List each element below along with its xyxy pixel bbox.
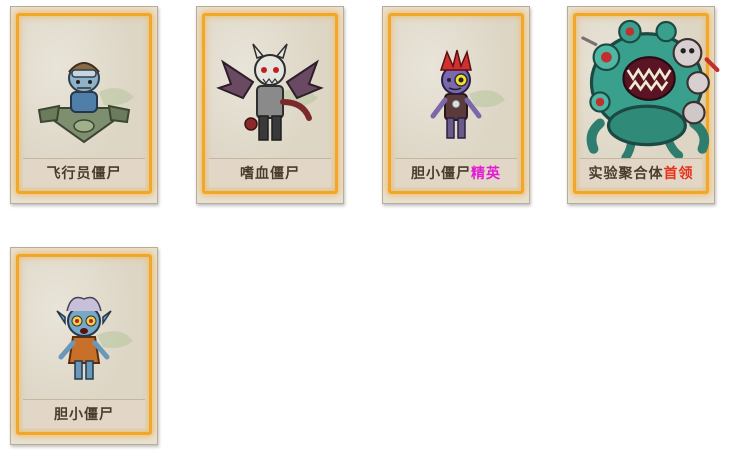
card-name: 嗜血僵尸: [240, 166, 300, 182]
card-frame: 胆小僵尸 精英: [388, 13, 524, 194]
card-name: 胆小僵尸: [411, 166, 471, 182]
card-rank-boss: 首领: [663, 166, 694, 182]
zombie-card-timid[interactable]: 胆小僵尸: [10, 247, 158, 445]
bloodthirsty-zombie-icon: [216, 43, 324, 141]
zombie-card-bloodthirsty[interactable]: 嗜血僵尸: [196, 6, 344, 204]
card-name-bar: 飞行员僵尸: [23, 158, 145, 187]
card-frame: 实验聚合体 首领: [573, 13, 720, 194]
card-frame: 飞行员僵尸: [16, 13, 152, 194]
card-frame: 胆小僵尸: [16, 254, 152, 435]
card-name-bar: 胆小僵尸 精英: [395, 158, 517, 187]
card-name-bar: 实验聚合体 首领: [580, 158, 702, 187]
timid-zombie-elite-icon: [430, 49, 505, 139]
zombie-card-aggregate-boss[interactable]: 实验聚合体 首领: [567, 6, 720, 204]
card-name-bar: 胆小僵尸: [23, 399, 145, 428]
zombie-card-pilot[interactable]: 飞行员僵尸: [10, 6, 158, 204]
card-name-bar: 嗜血僵尸: [209, 158, 331, 187]
pilot-zombie-icon: [37, 62, 134, 144]
experimental-aggregate-boss-icon: [581, 19, 720, 162]
card-rank-elite: 精英: [471, 166, 501, 182]
card-name: 实验聚合体: [588, 166, 664, 182]
timid-zombie-icon: [56, 296, 133, 380]
card-name: 飞行员僵尸: [46, 166, 122, 182]
card-name: 胆小僵尸: [54, 407, 114, 423]
zombie-card-timid-elite[interactable]: 胆小僵尸 精英: [382, 6, 530, 204]
card-frame: 嗜血僵尸: [202, 13, 338, 194]
